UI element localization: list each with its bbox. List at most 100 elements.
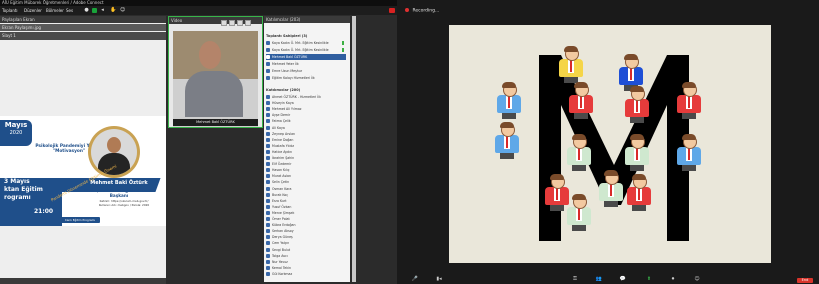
video-pod-button-icon[interactable] [237, 20, 243, 26]
attendee-row[interactable]: Selin Çetin [266, 179, 346, 185]
video-pod-button-icon[interactable] [221, 20, 227, 26]
share-file-name: Ekran Paylaşımı.jpg [0, 24, 166, 31]
attendee-row[interactable]: Ayşe Demir [266, 112, 346, 118]
poster-time: 21:00 [34, 208, 54, 215]
chat-button[interactable]: 💬 [613, 276, 633, 282]
cartoon-person [559, 46, 583, 83]
attendee-row[interactable]: Serkan Aksoy [266, 228, 346, 234]
attendee-row[interactable]: Ali Kaya [266, 125, 346, 131]
cartoon-person [627, 174, 651, 211]
attendee-row-selected[interactable]: Mehmet Bakî ÖZTÜRK [266, 54, 346, 60]
raise-hand-icon[interactable]: ✋ [110, 8, 116, 13]
share-screen-button[interactable]: ⬆ [639, 276, 659, 282]
attendee-row[interactable]: Nur Yavuz [266, 259, 346, 265]
attendee-name: Mehmet Ali Yılmaz [272, 107, 302, 112]
attendee-row[interactable]: İbrahim Şahin [266, 155, 346, 161]
attendee-row[interactable]: Kaya Kadın Ö. Mrt. Eğitim Kesinlikle [266, 47, 346, 53]
user-icon [266, 229, 270, 234]
attendee-row[interactable]: Emre Uzun Meşhur [266, 68, 346, 74]
attendee-row[interactable]: Emine Doğan [266, 137, 346, 143]
attendee-row[interactable]: Hasan Kılıç [266, 167, 346, 173]
event-poster: Mayıs 2020 Psikolojik Pandemiyi Yenme "M… [0, 116, 166, 226]
attendee-row[interactable]: Murat Aslan [266, 173, 346, 179]
attendee-row[interactable]: Kübra Erdoğan [266, 222, 346, 228]
attendee-row[interactable]: Burak Koç [266, 192, 346, 198]
mic-status-icon [342, 41, 344, 45]
attendee-row[interactable]: Ömer Polat [266, 216, 346, 222]
webcam-icon[interactable] [92, 8, 97, 13]
attendee-row[interactable]: Ahmet ÖZTÜRK - Hizmetleri İlk [266, 94, 346, 100]
cartoon-person [625, 86, 649, 123]
record-button[interactable]: ⏺ [663, 276, 683, 282]
user-icon [266, 241, 270, 246]
status-icon[interactable]: ☺ [120, 8, 125, 13]
attendee-name: Esra Kurt [272, 198, 287, 203]
attendee-row[interactable]: Fatma Çelik [266, 118, 346, 124]
attendee-row[interactable]: Yusuf Özkan [266, 204, 346, 210]
attendee-row[interactable]: Hatice Aydın [266, 149, 346, 155]
end-meeting-button[interactable]: End [797, 278, 813, 283]
security-button[interactable]: ⚿ [565, 276, 585, 282]
reactions-button[interactable]: ☺ [687, 276, 707, 282]
attendee-row[interactable]: Esra Kurt [266, 198, 346, 204]
video-pod: Video Mehmet Bakî ÖZTÜRK [168, 16, 263, 128]
microphone-icon[interactable]: ● [84, 8, 89, 13]
record-dot-icon [405, 8, 409, 12]
cartoon-person [625, 134, 649, 171]
video-pod-menu-icon[interactable] [245, 20, 251, 26]
attendee-row[interactable]: Cem Yalçın [266, 240, 346, 246]
share-toolbar[interactable]: Slayt 1 [0, 32, 166, 40]
attendee-row[interactable]: Sevgi Bulut [266, 247, 346, 253]
attendee-row[interactable]: Mehmet Ali Yılmaz [266, 106, 346, 112]
user-icon [266, 69, 270, 73]
attendee-name: Burak Koç [272, 192, 288, 197]
hosts-group-header[interactable]: Toplantı Sahipleri (3) [266, 34, 307, 39]
attendee-row[interactable]: Eğitim Kolayı Hizmetleri İlk [266, 75, 346, 81]
attendee-name: Kübra Erdoğan [272, 223, 296, 228]
attendee-row[interactable]: Osman Kara [266, 186, 346, 192]
user-icon [266, 149, 270, 154]
user-icon [266, 107, 270, 112]
share-pod-footer [0, 278, 166, 284]
user-icon [266, 235, 270, 240]
attendee-row[interactable]: Zeynep Arslan [266, 131, 346, 137]
user-icon [266, 62, 270, 66]
menu-meeting[interactable]: Toplantı [2, 6, 18, 15]
poster-block-line2: ktan Eğitim [4, 186, 43, 193]
attendee-name: Selin Çetin [272, 180, 290, 185]
record-indicator-icon[interactable] [389, 8, 395, 13]
speaker-icon[interactable]: ◂ [100, 8, 105, 13]
attendee-row[interactable]: Elif Özdemir [266, 161, 346, 167]
attendee-row[interactable]: Derya Güneş [266, 234, 346, 240]
attendees-title: Katılımcılar [266, 17, 289, 22]
attendee-row[interactable]: Gül Korkmaz [266, 271, 346, 277]
attendee-name: Mustafa Yıldız [272, 143, 295, 148]
attendee-name: Hüseyin Kaya [272, 101, 294, 106]
attendee-row[interactable]: Tolga Avcı [266, 253, 346, 259]
attendee-row[interactable]: Mehmet Yeter İlk [266, 61, 346, 67]
user-icon [266, 204, 270, 209]
attendees-header: Katılımcılar (203) [264, 16, 350, 23]
cartoon-person [497, 82, 521, 119]
cartoon-person [569, 82, 593, 119]
menu-pods[interactable]: Bölmeler [46, 6, 64, 15]
video-button[interactable]: ▮◂ [429, 276, 449, 282]
user-icon [266, 168, 270, 173]
attendee-row[interactable]: Merve Şimşek [266, 210, 346, 216]
attendees-scrollbar[interactable] [352, 16, 356, 282]
attendee-row[interactable]: Hüseyin Kaya [266, 100, 346, 106]
recording-indicator[interactable]: Recording... [405, 8, 439, 15]
attendee-row[interactable]: Kaya Kadın Ö. Mrt. Eğitim Kesinlikle [266, 40, 346, 46]
user-icon [266, 253, 270, 258]
participants-button[interactable]: 👥 [589, 276, 609, 282]
attendee-row[interactable]: Kemal Tekin [266, 265, 346, 271]
attendee-row[interactable]: Mustafa Yıldız [266, 143, 346, 149]
video-pod-button-icon[interactable] [229, 20, 235, 26]
menu-audio[interactable]: Ses [66, 6, 73, 15]
participants-group-header[interactable]: Katılımcılar (200) [266, 88, 300, 93]
user-icon [266, 186, 270, 191]
menu-layouts[interactable]: Düzenler [24, 6, 42, 15]
mute-button[interactable]: 🎤 [405, 276, 425, 282]
user-icon [266, 76, 270, 80]
cartoon-person [677, 82, 701, 119]
